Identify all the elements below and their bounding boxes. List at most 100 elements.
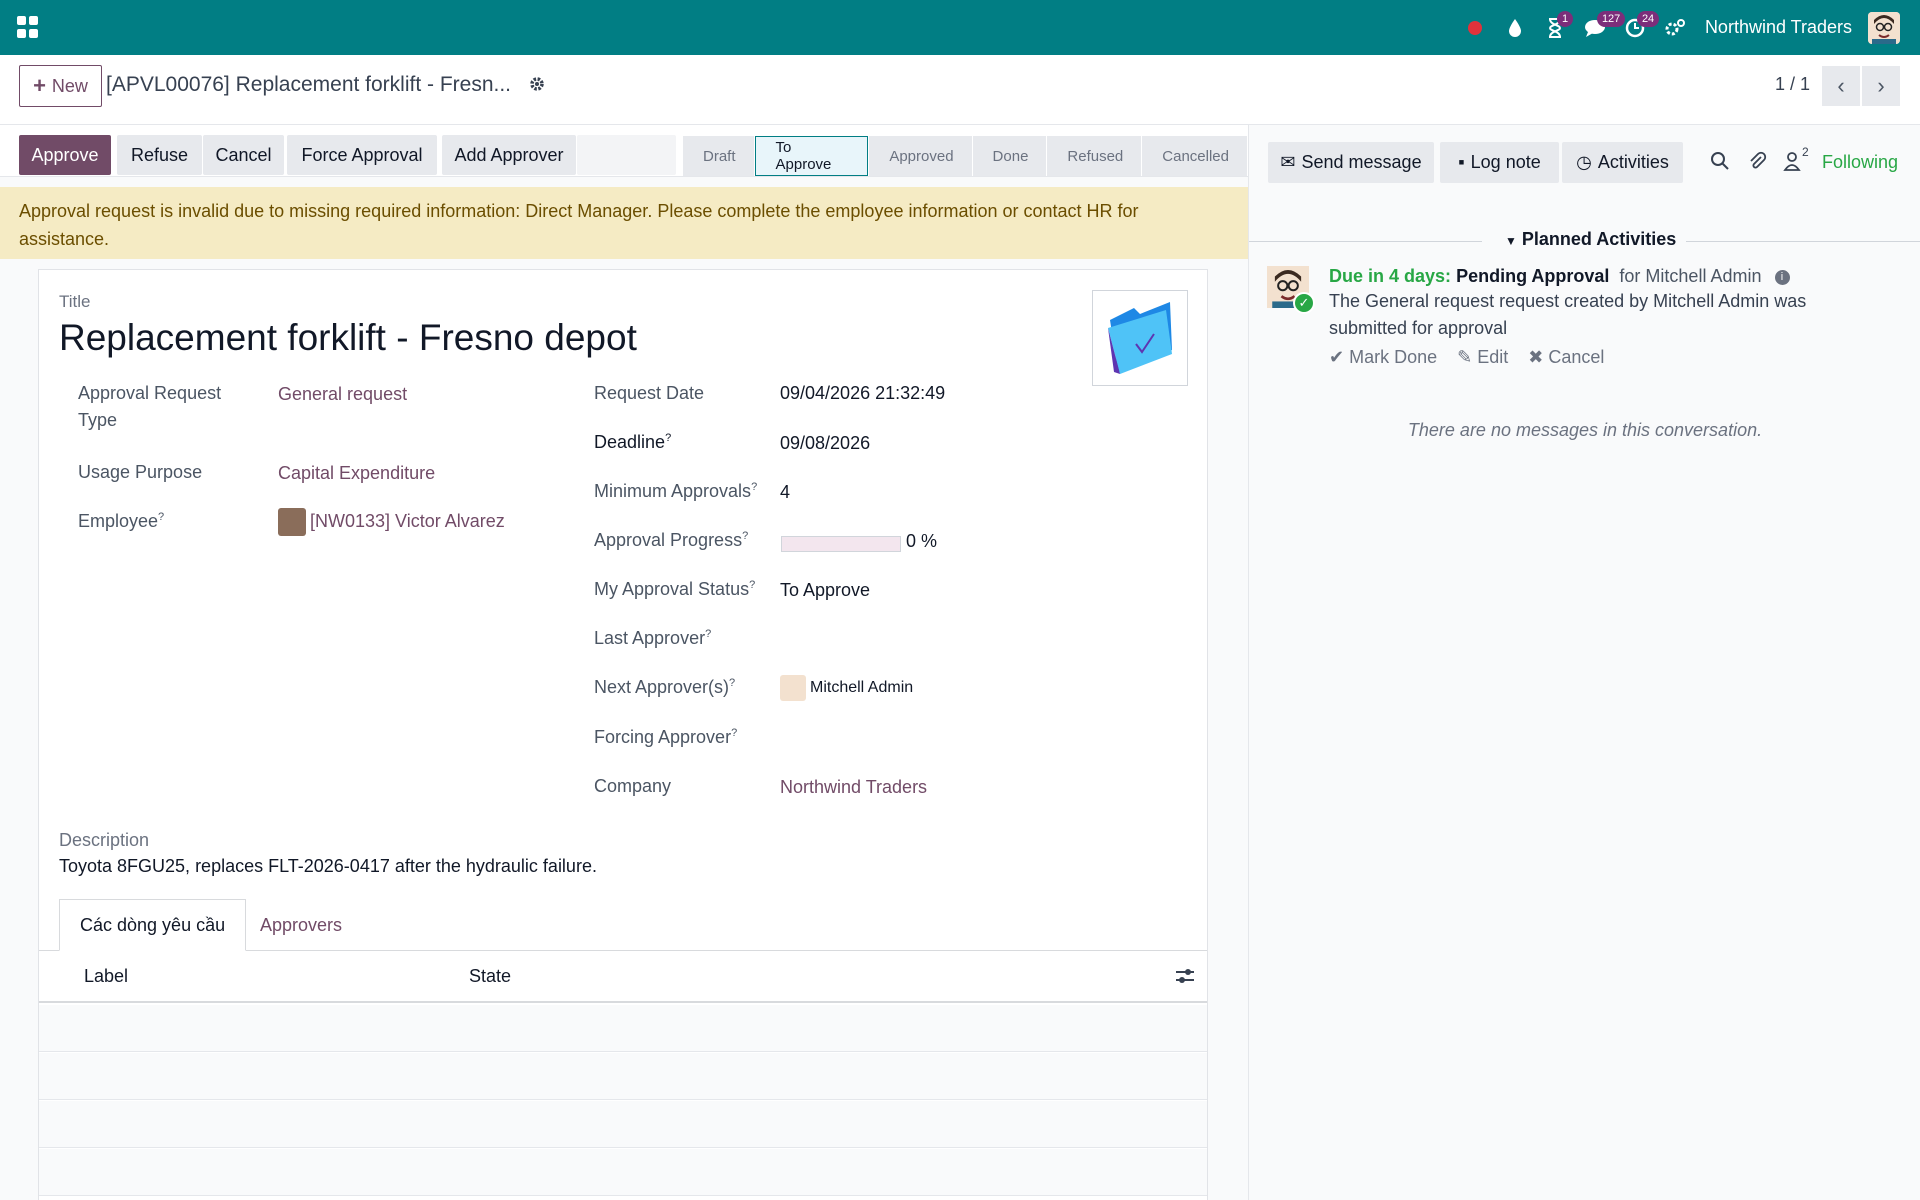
stage-approved[interactable]: Approved [869, 136, 972, 176]
send-message-button[interactable]: ✉ Send message [1268, 142, 1434, 183]
company-value[interactable]: Northwind Traders [780, 777, 927, 798]
my-status-label-text: My Approval Status [594, 579, 750, 599]
employee-value[interactable]: [NW0133] Victor Alvarez [278, 508, 505, 536]
messages-icon[interactable]: 127 [1575, 0, 1626, 55]
envelope-icon: ✉ [1280, 152, 1296, 172]
description-label: Description [59, 830, 150, 850]
approval-progress-help-mark[interactable]: ? [742, 530, 748, 542]
request-type-label-2: Type [78, 410, 118, 430]
stage-pipeline: Draft To Approve Approved Done Refused C… [683, 136, 1248, 176]
apps-menu-icon[interactable] [17, 16, 39, 38]
settings-gears-icon[interactable] [1655, 0, 1695, 55]
stage-to-approve[interactable]: To Approve [754, 136, 869, 176]
deadline-help-mark[interactable]: ? [665, 432, 671, 444]
approval-progress-bar [781, 536, 901, 552]
log-note-label: Log note [1470, 152, 1541, 172]
cancel-button[interactable]: Cancel [203, 135, 284, 175]
folder-icon [1108, 302, 1172, 374]
log-note-button[interactable]: ▪ Log note [1440, 142, 1559, 183]
drop-icon[interactable] [1495, 0, 1535, 55]
caret-down-icon: ▼ [1505, 234, 1517, 248]
new-button[interactable]: + New [19, 65, 102, 107]
force-approval-button[interactable]: Force Approval [287, 135, 437, 175]
user-avatar[interactable] [1868, 11, 1900, 44]
clock-icon[interactable]: 24 [1615, 0, 1660, 55]
approve-button[interactable]: Approve [19, 135, 111, 175]
next-approver-avatar [780, 675, 806, 701]
company-switcher[interactable]: Northwind Traders [1705, 17, 1852, 38]
my-status-help-mark[interactable]: ? [749, 579, 755, 591]
forcing-approver-help-mark[interactable]: ? [731, 727, 737, 739]
last-approver-label: Last Approver? [594, 628, 711, 649]
attachment-icon[interactable] [1747, 151, 1767, 177]
employee-label: Employee? [78, 511, 164, 532]
employee-avatar [278, 508, 306, 536]
table-row[interactable] [39, 1053, 1207, 1100]
check-icon: ✔ [1329, 347, 1345, 367]
last-approver-label-text: Last Approver [594, 628, 706, 648]
form-sheet: Title Replacement forklift - Fresno depo… [38, 269, 1208, 1200]
close-icon: ✖ [1528, 347, 1544, 367]
edit-label: Edit [1477, 347, 1509, 367]
deadline-value[interactable]: 09/08/2026 [780, 433, 870, 454]
following-toggle[interactable]: Following [1822, 152, 1898, 173]
table-header: Label State [39, 951, 1207, 1003]
mark-done-button[interactable]: ✔ Mark Done [1329, 347, 1437, 368]
planned-activities-title: ▼ Planned Activities [1505, 229, 1676, 250]
add-approver-button[interactable]: Add Approver [442, 135, 576, 175]
planned-activities-header[interactable]: ▼ Planned Activities [1249, 229, 1920, 253]
pager-value[interactable]: 1 / 1 [1775, 74, 1810, 95]
column-state[interactable]: State [469, 966, 511, 987]
company-label: Company [594, 776, 672, 796]
next-approvers-help-mark[interactable]: ? [729, 677, 735, 689]
stage-cancelled[interactable]: Cancelled [1142, 136, 1247, 176]
empty-conversation-message: There are no messages in this conversati… [1407, 420, 1763, 440]
table-row[interactable] [39, 1101, 1207, 1148]
request-date-value[interactable]: 09/04/2026 21:32:49 [780, 383, 945, 404]
mark-done-label: Mark Done [1349, 347, 1438, 367]
next-approver-tag[interactable]: Mitchell Admin [780, 675, 913, 701]
activities-hourglass-icon[interactable]: 1 [1535, 0, 1575, 55]
followers-icon[interactable]: 2 [1782, 145, 1809, 177]
last-approver-help-mark[interactable]: ? [705, 628, 711, 640]
request-type-value[interactable]: General request [278, 384, 407, 405]
column-label[interactable]: Label [84, 966, 128, 987]
activity-header: Due in 4 days: Pending Approval for Mitc… [1329, 266, 1790, 287]
next-approvers-label-text: Next Approver(s) [594, 677, 730, 697]
request-date-label: Request Date [594, 383, 705, 403]
search-icon[interactable] [1710, 151, 1730, 177]
stage-draft[interactable]: Draft [683, 136, 754, 176]
description-value[interactable]: Toyota 8FGU25, replaces FLT-2026-0417 af… [59, 856, 597, 877]
activity-actions: ✔ Mark Done ✎ Edit ✖ Cancel [1329, 347, 1604, 368]
refuse-button[interactable]: Refuse [117, 135, 202, 175]
activity-summary: Pending Approval [1456, 266, 1610, 286]
pager-next-icon[interactable]: › [1862, 66, 1900, 106]
table-row[interactable] [39, 1005, 1207, 1052]
pencil-icon: ✎ [1457, 347, 1473, 367]
stage-refused[interactable]: Refused [1047, 136, 1142, 176]
edit-activity-button[interactable]: ✎ Edit [1457, 347, 1508, 368]
usage-purpose-label: Usage Purpose [78, 462, 203, 482]
cancel-activity-label: Cancel [1548, 347, 1605, 367]
usage-purpose-value[interactable]: Capital Expenditure [278, 463, 435, 484]
pager-previous-icon[interactable]: ‹ [1822, 66, 1860, 106]
table-row[interactable] [39, 1149, 1207, 1196]
status-bar: Approve Refuse Cancel Force Approval Add… [0, 125, 1248, 177]
min-approvals-help-mark[interactable]: ? [751, 481, 757, 493]
chatter-panel: ✉ Send message ▪ Log note ◷ Activities 2 Fo… [1248, 125, 1920, 1200]
record-actions-gear-icon[interactable] [528, 75, 546, 98]
employee-help-mark[interactable]: ? [158, 511, 164, 523]
employee-label-text: Employee [78, 511, 159, 531]
stage-done[interactable]: Done [972, 136, 1047, 176]
record-image[interactable] [1092, 290, 1188, 386]
tab-approvers[interactable]: Approvers [240, 899, 362, 951]
cancel-activity-button[interactable]: ✖ Cancel [1528, 347, 1604, 368]
recording-icon[interactable] [1455, 0, 1495, 55]
optional-columns-icon[interactable] [1175, 967, 1195, 990]
tab-request-lines[interactable]: Các dòng yêu cầu [59, 899, 247, 951]
record-title[interactable]: Replacement forklift - Fresno depot [59, 317, 637, 359]
activity-due: Due in 4 days: [1329, 266, 1452, 286]
activities-button[interactable]: ◷ Activities [1562, 142, 1683, 183]
my-status-label: My Approval Status? [594, 579, 755, 600]
info-icon[interactable]: i [1774, 269, 1790, 285]
